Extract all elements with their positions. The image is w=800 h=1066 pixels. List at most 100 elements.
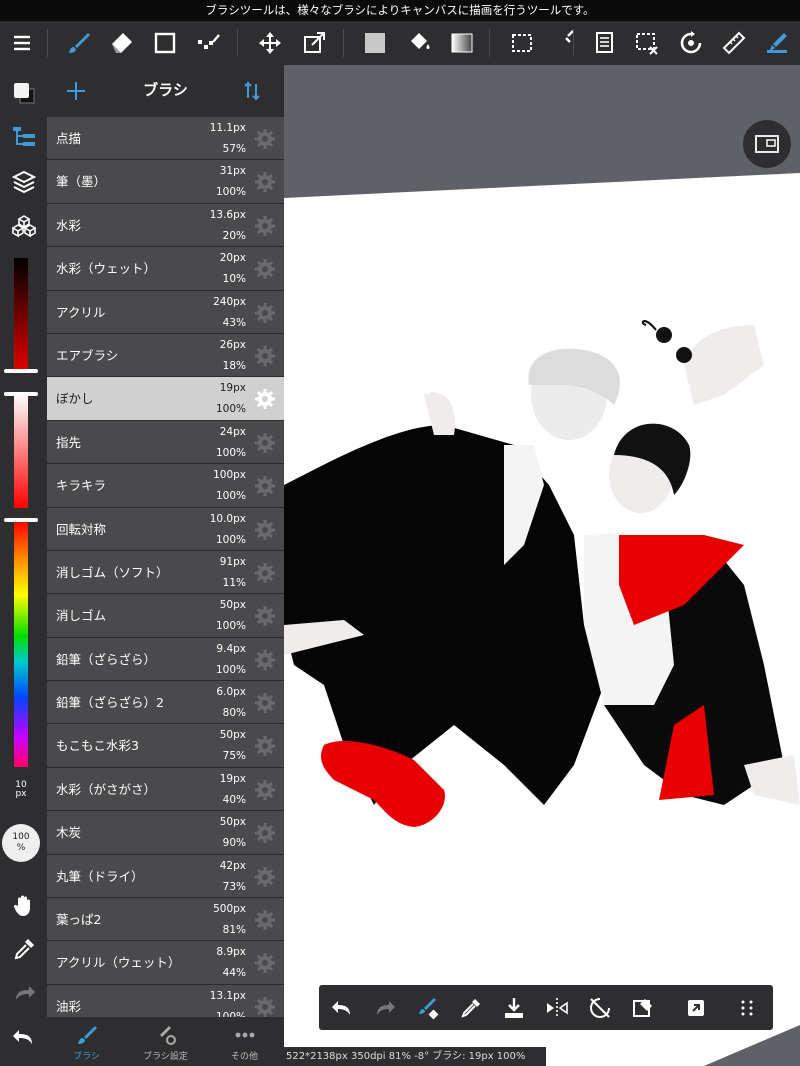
- redo-icon[interactable]: [365, 985, 405, 1030]
- redo-icon[interactable]: [0, 973, 47, 1013]
- brightness-slider[interactable]: [14, 258, 28, 370]
- hue-slider[interactable]: [14, 521, 28, 767]
- gear-icon[interactable]: [254, 866, 276, 888]
- lasso-icon[interactable]: [188, 21, 228, 65]
- brush-item[interactable]: アクリル（ウェット） 8.9px 44%: [47, 941, 284, 985]
- gear-icon[interactable]: [254, 128, 276, 150]
- share-icon[interactable]: [676, 985, 716, 1030]
- gear-icon[interactable]: [254, 649, 276, 671]
- saturation-slider[interactable]: [14, 394, 28, 508]
- deselect-icon[interactable]: [627, 21, 667, 65]
- brush-size: 31px: [219, 165, 246, 178]
- tab-other-label: その他: [230, 1052, 258, 1062]
- undo-icon[interactable]: [322, 985, 362, 1030]
- gear-icon[interactable]: [254, 215, 276, 237]
- tab-brush-settings[interactable]: ブラシ設定: [126, 1017, 205, 1066]
- gear-icon[interactable]: [254, 692, 276, 714]
- eraser-icon[interactable]: [101, 21, 141, 65]
- brush-size-readout[interactable]: 10 px: [0, 781, 42, 799]
- ruler-icon[interactable]: [714, 21, 754, 65]
- brush-size: 13.6px: [209, 208, 246, 221]
- select-rect-icon[interactable]: [502, 21, 542, 65]
- flip-horizontal-icon[interactable]: [537, 985, 577, 1030]
- materials-icon[interactable]: [0, 207, 47, 247]
- gear-icon[interactable]: [254, 952, 276, 974]
- canvas-artwork[interactable]: [284, 65, 800, 1066]
- brush-size: 91px: [219, 555, 246, 568]
- gear-icon[interactable]: [254, 302, 276, 324]
- gear-icon[interactable]: [254, 519, 276, 541]
- brush-item[interactable]: 丸筆（ドライ） 42px 73%: [47, 854, 284, 899]
- gear-icon[interactable]: [254, 345, 276, 367]
- brush-item[interactable]: 回転対称 10.0px 100%: [47, 507, 284, 551]
- brush-item[interactable]: 指先 24px 100%: [47, 420, 284, 465]
- brush-opacity: 43%: [222, 316, 246, 329]
- canvas-fit-button[interactable]: [743, 120, 791, 168]
- move-icon[interactable]: [250, 21, 290, 65]
- gear-icon[interactable]: [254, 909, 276, 931]
- brush-item[interactable]: エアブラシ 26px 18%: [47, 333, 284, 378]
- brush-item[interactable]: 消しゴム 50px 100%: [47, 594, 284, 638]
- brush-item[interactable]: 鉛筆（ざらざら）2 6.0px 80%: [47, 681, 284, 725]
- brush-icon[interactable]: [59, 21, 99, 65]
- gear-icon[interactable]: [254, 258, 276, 280]
- saturation-handle[interactable]: [4, 392, 38, 396]
- brush-item[interactable]: 水彩（ウェット） 20px 10%: [47, 247, 284, 291]
- gear-icon[interactable]: [254, 779, 276, 801]
- gear-icon[interactable]: [254, 432, 276, 454]
- layer-list-icon[interactable]: [0, 117, 47, 157]
- rectangle-icon[interactable]: [145, 21, 185, 65]
- rotate-canvas-icon[interactable]: [671, 21, 711, 65]
- brightness-handle[interactable]: [4, 369, 38, 373]
- brush-item[interactable]: キラキラ 100px 100%: [47, 464, 284, 508]
- fill-color-icon[interactable]: [355, 21, 395, 65]
- gear-icon[interactable]: [254, 822, 276, 844]
- brush-item[interactable]: 木炭 50px 90%: [47, 811, 284, 855]
- brush-item[interactable]: 筆（墨） 31px 100%: [47, 160, 284, 204]
- brush-item[interactable]: 鉛筆（ざらざら） 9.4px 100%: [47, 637, 284, 682]
- select-pen-icon[interactable]: [545, 21, 585, 65]
- download-icon[interactable]: [494, 985, 534, 1030]
- color-swatch-icon[interactable]: [0, 73, 47, 113]
- grid-menu-icon[interactable]: [727, 985, 767, 1030]
- brush-item[interactable]: 油彩 13.1px 100%: [47, 984, 284, 1017]
- tab-other[interactable]: その他: [205, 1017, 284, 1066]
- gear-icon[interactable]: [254, 475, 276, 497]
- brush-item[interactable]: 水彩 13.6px 20%: [47, 203, 284, 248]
- tab-brush-settings-label: ブラシ設定: [143, 1052, 188, 1062]
- eyedropper-icon[interactable]: [451, 985, 491, 1030]
- gear-icon[interactable]: [254, 996, 276, 1017]
- gear-icon[interactable]: [254, 388, 276, 410]
- brush-opacity: 40%: [222, 793, 246, 806]
- edit-selection-icon[interactable]: [623, 985, 663, 1030]
- bucket-icon[interactable]: [399, 21, 439, 65]
- gear-icon[interactable]: [254, 171, 276, 193]
- gradient-icon[interactable]: [442, 21, 482, 65]
- copy-layer-icon[interactable]: [584, 21, 624, 65]
- pen-active-icon[interactable]: [757, 21, 797, 65]
- brush-item[interactable]: アクリル 240px 43%: [47, 290, 284, 334]
- brush-item[interactable]: 水彩（がさがさ） 19px 40%: [47, 767, 284, 812]
- canvas-area[interactable]: [284, 65, 800, 1066]
- tab-brush[interactable]: ブラシ: [47, 1017, 126, 1066]
- brush-item[interactable]: ぼかし 19px 100%: [47, 377, 284, 421]
- opacity-readout[interactable]: 100 %: [2, 824, 40, 862]
- hue-handle[interactable]: [4, 518, 38, 522]
- brush-item[interactable]: 点描 11.1px 57%: [47, 117, 284, 161]
- brush-item[interactable]: 消しゴム（ソフト） 91px 11%: [47, 550, 284, 595]
- sort-icon[interactable]: [239, 78, 265, 104]
- gear-icon[interactable]: [254, 562, 276, 584]
- hand-icon[interactable]: [0, 885, 47, 925]
- brush-item[interactable]: もこもこ水彩3 50px 75%: [47, 724, 284, 768]
- brush-item[interactable]: 葉っぱ2 500px 81%: [47, 898, 284, 942]
- rotation-lock-icon[interactable]: [580, 985, 620, 1030]
- gear-icon[interactable]: [254, 735, 276, 757]
- brush-eraser-toggle-icon[interactable]: [408, 985, 448, 1030]
- layers-icon[interactable]: [0, 162, 47, 202]
- transform-icon[interactable]: [294, 21, 334, 65]
- menu-icon[interactable]: [2, 21, 42, 65]
- gear-icon[interactable]: [254, 605, 276, 627]
- brush-opacity: 100%: [215, 446, 246, 459]
- undo-icon[interactable]: [0, 1017, 47, 1057]
- eyedropper-icon[interactable]: [0, 929, 47, 969]
